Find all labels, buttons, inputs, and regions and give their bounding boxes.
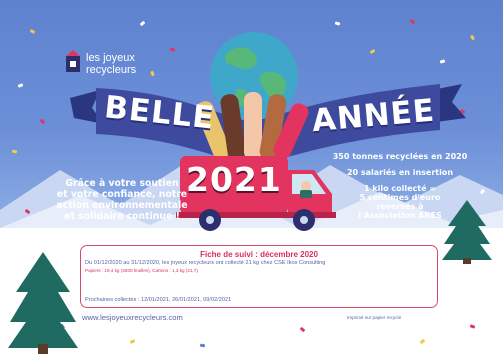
stat-kilo-value: 1 kilo collecté = 5 centimes d'euro reve… xyxy=(350,184,450,220)
globe-with-hands-illustration xyxy=(196,32,309,160)
recycled-paper-note: Imprimé sur papier recyclé xyxy=(347,315,402,320)
monthly-report-box: Fiche de suivi : décembre 2020 Du 01/12/… xyxy=(80,245,438,308)
pine-tree-left xyxy=(8,252,78,354)
report-collection-summary: Du 01/12/2020 au 31/12/2020, les joyeux … xyxy=(85,260,326,266)
message-line-4: et solidaire continue ! xyxy=(64,211,180,222)
poster: les joyeux recycleurs BELLE ANNÉE 2021 G… xyxy=(0,0,503,354)
kilo-line-3: reversés à xyxy=(376,202,424,211)
kilo-line-2: 5 centimes d'euro xyxy=(359,193,441,202)
report-title: Fiche de suivi : décembre 2020 xyxy=(200,250,318,259)
website-link[interactable]: www.lesjoyeuxrecycleurs.com xyxy=(82,313,232,322)
kilo-line-1: 1 kilo collecté = xyxy=(363,184,437,193)
message-line-1: Grâce à votre soutien xyxy=(65,178,179,189)
confetti xyxy=(199,343,206,348)
stat-tonnes: 350 tonnes recyclées en 2020 xyxy=(332,152,468,161)
thank-you-message: Grâce à votre soutien et votre confiance… xyxy=(52,178,192,222)
truck-year: 2021 xyxy=(186,160,282,199)
message-line-3: action environnementale xyxy=(56,200,188,211)
report-material-breakdown: Papiers : 19,4 kg (3930 feuilles), Carto… xyxy=(85,268,198,273)
message-line-2: et votre confiance, notre xyxy=(56,189,188,200)
kilo-line-4: l'Association ARES xyxy=(358,211,442,220)
report-next-collections: Prochaines collectes : 12/01/2021, 26/01… xyxy=(85,297,232,303)
pine-tree-right xyxy=(442,200,492,264)
stat-salaries: 20 salariés en insertion xyxy=(346,168,454,177)
